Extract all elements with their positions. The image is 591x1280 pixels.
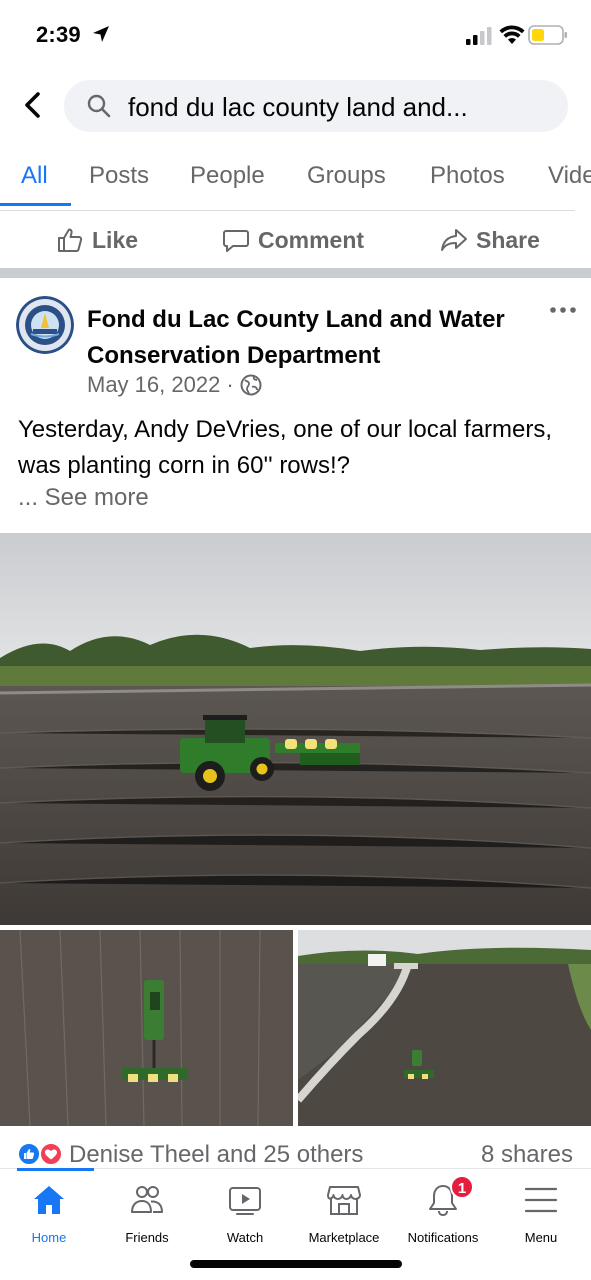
status-bar: 2:39 (0, 0, 591, 70)
cellular-signal-icon (466, 27, 492, 45)
wifi-icon (499, 25, 525, 44)
love-reaction-icon (39, 1142, 63, 1166)
active-tab-indicator (0, 203, 71, 206)
post-header: Fond du Lac County Land and Water Conser… (0, 278, 591, 408)
shares-count[interactable]: 8 shares (481, 1141, 573, 1169)
tab-all[interactable]: All (21, 162, 48, 190)
nav-watch-label: Watch (226, 1230, 264, 1245)
nav-marketplace-label: Marketplace (308, 1230, 380, 1245)
tab-people[interactable]: People (190, 162, 265, 190)
comment-icon (223, 230, 249, 252)
share-label: Share (476, 226, 540, 253)
like-label: Like (92, 226, 139, 253)
feed-separator (0, 268, 591, 278)
like-button[interactable]: Like (56, 226, 138, 254)
home-icon (34, 1186, 64, 1214)
post-action-bar: Like Comment Share (0, 212, 591, 268)
nav-friends-label: Friends (125, 1230, 169, 1245)
menu-icon (524, 1187, 558, 1213)
nav-marketplace[interactable]: Marketplace (295, 1183, 393, 1245)
tractor-field-photo[interactable] (0, 533, 591, 925)
post-text: Yesterday, Andy DeVries, one of our loca… (18, 416, 553, 479)
search-query: fond du lac county land and... (128, 92, 468, 122)
comment-label: Comment (258, 226, 365, 253)
nav-menu[interactable]: Menu (492, 1183, 590, 1245)
nav-watch[interactable]: Watch (196, 1183, 294, 1245)
bottom-navigation: Home Friends Watch Marketplace 1 Notific… (0, 1168, 591, 1280)
post-date: May 16, 2022 (87, 372, 221, 397)
nav-home-label: Home (31, 1230, 67, 1245)
watch-icon (229, 1187, 261, 1215)
divider (0, 210, 575, 211)
see-more-link[interactable]: ... See more (18, 484, 149, 512)
page-avatar[interactable] (16, 296, 74, 354)
location-arrow-icon (93, 26, 109, 42)
notification-badge: 1 (450, 1175, 474, 1199)
nav-friends[interactable]: Friends (98, 1183, 196, 1245)
back-chevron-icon[interactable] (20, 90, 46, 120)
more-options-icon[interactable] (549, 304, 577, 316)
reactors-text[interactable]: Denise Theel and 25 others (69, 1141, 363, 1169)
field-road-aerial-photo[interactable] (298, 930, 591, 1126)
search-filter-tabs: All Posts People Groups Photos Vide (0, 150, 591, 212)
page-name[interactable]: Fond du Lac County Land and Water Conser… (87, 302, 527, 374)
reaction-icons (17, 1142, 63, 1166)
nav-notifications[interactable]: 1 Notifications (394, 1175, 492, 1245)
tab-photos[interactable]: Photos (430, 162, 505, 190)
nav-menu-label: Menu (524, 1230, 558, 1245)
friends-icon (131, 1186, 163, 1213)
marketplace-icon (327, 1186, 361, 1215)
share-arrow-icon (441, 229, 467, 251)
meta-separator: · (226, 372, 234, 397)
home-indicator (190, 1260, 402, 1268)
active-nav-indicator (17, 1168, 94, 1171)
search-input[interactable]: fond du lac county land and... (64, 80, 568, 132)
share-button[interactable]: Share (440, 226, 540, 254)
post-meta: May 16, 2022 · (87, 372, 262, 398)
globe-icon (240, 374, 262, 396)
nav-home[interactable]: Home (0, 1183, 98, 1245)
nav-notifications-label: Notifications (407, 1230, 479, 1245)
like-reaction-icon (17, 1142, 41, 1166)
tab-posts[interactable]: Posts (89, 162, 149, 190)
comment-button[interactable]: Comment (222, 226, 364, 254)
tab-groups[interactable]: Groups (307, 162, 386, 190)
thumbs-up-icon (58, 228, 83, 252)
tractor-aerial-photo[interactable] (0, 930, 293, 1126)
tab-videos[interactable]: Vide (548, 162, 591, 190)
battery-icon (528, 25, 567, 45)
reactions-summary: Denise Theel and 25 others 8 shares (0, 1138, 591, 1172)
status-time: 2:39 (36, 22, 81, 47)
search-header: fond du lac county land and... (0, 78, 591, 136)
search-icon (87, 94, 111, 118)
